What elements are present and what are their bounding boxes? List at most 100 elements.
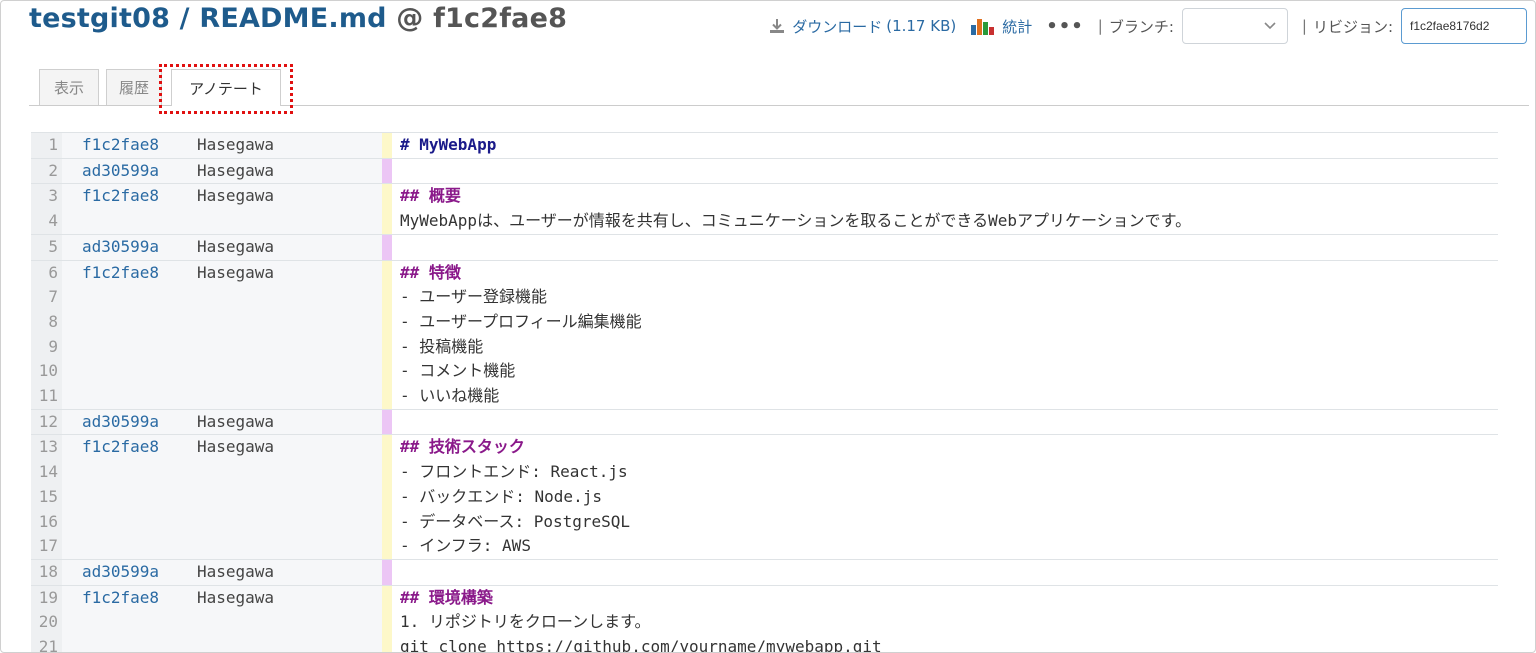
author-name [182,359,382,385]
toolbar: ダウンロード (1.17 KB) 統計 ••• | ブランチ: | リビジョン: [768,7,1527,45]
revision-link [62,635,182,652]
change-marker [382,509,392,535]
code-line: 1. リポジトリをクローンします。 [392,610,1498,636]
revision-link[interactable]: f1c2fae8 [62,132,182,159]
annotate-row: 18 ad30599a Hasegawa [31,558,1498,586]
revision-link[interactable]: f1c2fae8 [62,434,182,461]
author-name: Hasegawa [182,259,382,286]
branch-label: ブランチ: [1108,17,1174,36]
change-marker [382,610,392,636]
author-name: Hasegawa [182,157,382,184]
file-link[interactable]: README.md [199,3,386,34]
annotate-row: 20 1. リポジトリをクローンします。 [31,610,1498,636]
change-marker [382,309,392,335]
annotate-row: 10 - コメント機能 [31,359,1498,385]
author-name [182,334,382,360]
line-number: 5 [31,233,62,261]
change-marker [382,534,392,560]
annotate-row: 15 - バックエンド: Node.js [31,484,1498,510]
change-marker [382,157,392,184]
revision-link[interactable]: ad30599a [62,157,182,184]
change-marker [382,460,392,485]
download-link[interactable]: ダウンロード (1.17 KB) [768,16,956,37]
revision-input[interactable] [1401,8,1527,44]
revision-link [62,509,182,535]
change-marker [382,408,392,435]
author-name [182,384,382,410]
revision-link [62,610,182,636]
code-line: - バックエンド: Node.js [392,484,1498,510]
change-marker [382,635,392,652]
page-frame: testgit08 / README.md @ f1c2fae8 ダウンロード … [0,0,1536,653]
change-marker [382,558,392,586]
revision-link [62,484,182,510]
code-line: - インフラ: AWS [392,534,1498,560]
code-line: - ユーザー登録機能 [392,285,1498,310]
line-number: 16 [31,509,62,535]
code-line [392,233,1498,261]
toolbar-separator-2: | [1301,17,1307,35]
repo-link[interactable]: testgit08 [29,3,170,34]
annotate-row: 6 f1c2fae8 Hasegawa ## 特徴 [31,259,1498,286]
annotate-row: 3 f1c2fae8 Hasegawa ## 概要 [31,183,1498,210]
revision-link[interactable]: f1c2fae8 [62,183,182,210]
author-name: Hasegawa [182,584,382,611]
download-label: ダウンロード [792,17,883,36]
tab-annotate[interactable]: アノテート [171,69,281,106]
annotate-row: 9 - 投稿機能 [31,334,1498,360]
line-number: 18 [31,558,62,586]
annotate-row: 11 - いいね機能 [31,384,1498,410]
tab-history[interactable]: 履歴 [106,69,162,105]
chevron-down-icon [1264,22,1276,30]
line-number: 6 [31,259,62,286]
revision-label: リビジョン: [1312,17,1393,36]
change-marker [382,209,392,235]
branch-select[interactable] [1181,8,1288,44]
annotate-row: 19 f1c2fae8 Hasegawa ## 環境構築 [31,584,1498,611]
revision-link[interactable]: ad30599a [62,233,182,261]
revision-link [62,309,182,335]
line-number: 2 [31,157,62,184]
line-number: 3 [31,183,62,210]
title-revision: f1c2fae8 [433,3,568,34]
code-line: - データベース: PostgreSQL [392,509,1498,535]
line-number: 11 [31,384,62,410]
annotate-row: 12 ad30599a Hasegawa [31,408,1498,435]
title-separator: / [170,3,200,34]
author-name: Hasegawa [182,408,382,435]
annotate-table: 1 f1c2fae8 Hasegawa # MyWebApp 2 ad30599a Hase… [31,132,1498,652]
code-line: - フロントエンド: React.js [392,460,1498,485]
code-line: - 投稿機能 [392,334,1498,360]
revision-link[interactable]: ad30599a [62,408,182,435]
stats-icon [971,19,995,35]
revision-link [62,334,182,360]
author-name [182,309,382,335]
stats-link[interactable]: 統計 [956,16,1032,37]
revision-link[interactable]: f1c2fae8 [62,259,182,286]
author-name [182,285,382,310]
revision-link[interactable]: f1c2fae8 [62,584,182,611]
annotate-row: 2 ad30599a Hasegawa [31,157,1498,184]
code-line: - コメント機能 [392,359,1498,385]
author-name: Hasegawa [182,558,382,586]
code-line: MyWebAppは、ユーザーが情報を共有し、コミュニケーションを取ることができる… [392,209,1498,235]
code-line: # MyWebApp [392,132,1498,159]
change-marker [382,259,392,286]
author-name [182,509,382,535]
annotate-row: 21 git clone https://github.com/yourname/… [31,635,1498,652]
revision-link[interactable]: ad30599a [62,558,182,586]
download-size: (1.17 KB) [886,17,957,35]
change-marker [382,584,392,611]
revision-link [62,534,182,560]
code-line: ## 特徴 [392,259,1498,286]
code-line: ## 技術スタック [392,434,1498,461]
line-number: 8 [31,309,62,335]
author-name [182,635,382,652]
author-name [182,209,382,235]
code-line: - ユーザープロフィール編集機能 [392,309,1498,335]
revision-link [62,209,182,235]
tab-view[interactable]: 表示 [39,69,99,105]
more-menu-button[interactable]: ••• [1046,16,1084,37]
revision-link [62,460,182,485]
annotate-row: 5 ad30599a Hasegawa [31,233,1498,261]
